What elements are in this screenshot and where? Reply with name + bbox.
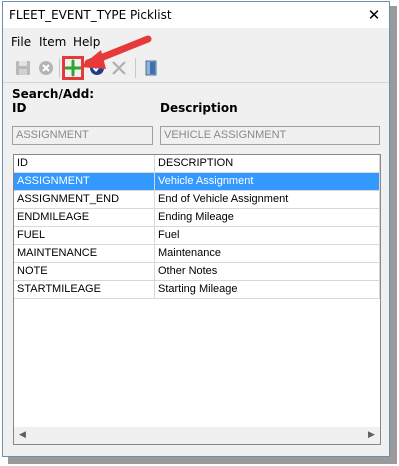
cell-id: MAINTENANCE xyxy=(14,245,155,263)
table-row[interactable]: ASSIGNMENT Vehicle Assignment xyxy=(14,173,380,191)
close-icon[interactable]: ✕ xyxy=(363,4,385,26)
cell-id: ASSIGNMENT_END xyxy=(14,191,155,209)
menu-file[interactable]: File xyxy=(11,35,31,49)
search-add-heading: Search/Add: xyxy=(12,87,95,101)
menu-bar: File Item Help xyxy=(3,31,389,51)
cell-description: End of Vehicle Assignment xyxy=(155,191,380,209)
cell-description: Vehicle Assignment xyxy=(155,173,380,191)
cell-id: ASSIGNMENT xyxy=(14,173,155,191)
cell-description: Fuel xyxy=(155,227,380,245)
toolbar-separator xyxy=(59,58,60,78)
add-button-highlight xyxy=(62,56,84,80)
cancel-icon[interactable] xyxy=(36,58,56,78)
save-icon[interactable] xyxy=(13,58,33,78)
delete-icon[interactable] xyxy=(109,58,129,78)
cell-description: Ending Mileage xyxy=(155,209,380,227)
scroll-thumb[interactable] xyxy=(32,429,360,442)
cell-description: Maintenance xyxy=(155,245,380,263)
exit-icon[interactable] xyxy=(141,58,161,78)
check-icon[interactable] xyxy=(87,58,107,78)
table-row[interactable]: ASSIGNMENT_END End of Vehicle Assignment xyxy=(14,191,380,209)
menu-help[interactable]: Help xyxy=(73,35,100,49)
horizontal-scrollbar[interactable]: ◀ ▶ xyxy=(14,427,380,444)
toolbar-separator xyxy=(135,58,136,78)
table-row[interactable]: STARTMILEAGE Starting Mileage xyxy=(14,281,380,299)
scroll-right-icon[interactable]: ▶ xyxy=(363,427,380,444)
title-bar: FLEET_EVENT_TYPE Picklist ✕ xyxy=(3,2,389,28)
menu-item[interactable]: Item xyxy=(39,35,66,49)
picklist-grid: ID DESCRIPTION ASSIGNMENT Vehicle Assignmen… xyxy=(13,154,381,445)
cell-description: Other Notes xyxy=(155,263,380,281)
id-label: ID xyxy=(12,101,27,115)
cell-id: FUEL xyxy=(14,227,155,245)
table-row[interactable]: FUEL Fuel xyxy=(14,227,380,245)
cell-description: Starting Mileage xyxy=(155,281,380,299)
grid-header-row: ID DESCRIPTION xyxy=(14,155,380,173)
description-label: Description xyxy=(160,101,238,115)
id-input[interactable]: ASSIGNMENT xyxy=(12,126,153,145)
cell-id: ENDMILEAGE xyxy=(14,209,155,227)
table-row[interactable]: MAINTENANCE Maintenance xyxy=(14,245,380,263)
picklist-window: FLEET_EVENT_TYPE Picklist ✕ File Item He… xyxy=(2,1,390,457)
column-header-id[interactable]: ID xyxy=(14,155,155,173)
scroll-left-icon[interactable]: ◀ xyxy=(14,427,31,444)
cell-id: NOTE xyxy=(14,263,155,281)
description-input[interactable]: VEHICLE ASSIGNMENT xyxy=(160,126,380,145)
window-title: FLEET_EVENT_TYPE Picklist xyxy=(9,8,172,22)
table-row[interactable]: ENDMILEAGE Ending Mileage xyxy=(14,209,380,227)
toolbar xyxy=(3,54,389,83)
cell-id: STARTMILEAGE xyxy=(14,281,155,299)
column-header-description[interactable]: DESCRIPTION xyxy=(155,155,380,173)
table-row[interactable]: NOTE Other Notes xyxy=(14,263,380,281)
